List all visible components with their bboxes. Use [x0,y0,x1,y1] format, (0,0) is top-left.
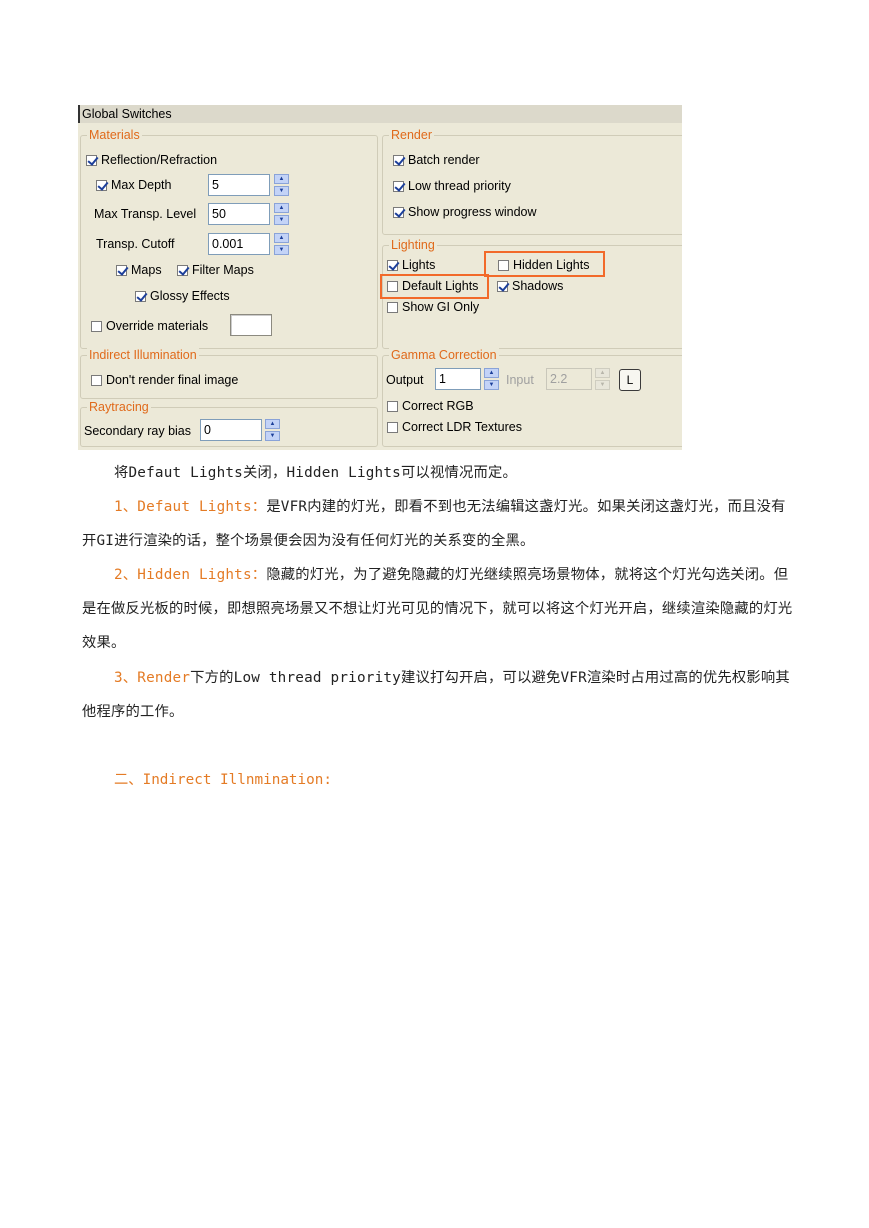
transp-cutoff-label: Transp. Cutoff [96,237,175,251]
checkbox-unchecked-icon [387,421,398,433]
gamma-output-label: Output [386,373,424,387]
gamma-output-spinner[interactable]: ▲ ▼ [484,368,499,390]
checkbox-unchecked-icon [387,400,398,412]
spin-down-icon: ▼ [274,186,289,196]
transp-cutoff-field[interactable]: 0.001 [208,233,270,255]
show-progress-checkbox[interactable]: Show progress window [393,203,537,221]
batch-render-checkbox[interactable]: Batch render [393,151,480,169]
checkbox-unchecked-icon [387,301,398,313]
shadows-checkbox[interactable]: Shadows [497,277,563,295]
spin-down-icon: ▼ [595,380,610,390]
render-legend: Render [389,128,434,142]
checkbox-checked-icon [177,264,188,276]
spin-up-icon: ▲ [274,233,289,243]
spin-down-icon: ▼ [274,245,289,255]
checkbox-checked-icon [96,179,107,191]
checkbox-unchecked-icon [91,374,102,386]
max-depth-checkbox[interactable]: Max Depth [96,176,171,194]
checkbox-unchecked-icon [91,320,102,332]
hidden-lights-highlight [484,251,605,277]
checkbox-checked-icon [393,180,404,192]
ray-bias-label: Secondary ray bias [84,424,192,438]
spin-up-icon: ▲ [595,368,610,378]
ray-bias-field[interactable]: 0 [200,419,262,441]
max-depth-spinner[interactable]: ▲ ▼ [274,174,289,196]
paragraph-render: 3、Render下方的Low thread priority建议打勾开启，可以避… [82,670,790,720]
term-default-lights: 1、Defaut Lights： [114,499,267,515]
gamma-input-label: Input [506,373,534,387]
lighting-legend: Lighting [389,238,437,252]
materials-legend: Materials [87,128,142,142]
gamma-input-field: 2.2 [546,368,592,390]
transp-cutoff-spinner[interactable]: ▲ ▼ [274,233,289,255]
override-checkbox[interactable]: Override materials [91,317,208,335]
indirect-legend: Indirect Illumination [87,348,199,362]
raytracing-legend: Raytracing [87,400,151,414]
paragraph-hidden-lights: 2、Hidden Lights：隐藏的灯光，为了避免隐藏的灯光继续照亮场景物体，… [82,567,793,651]
spin-up-icon: ▲ [484,368,499,378]
spin-down-icon: ▼ [274,215,289,225]
term-render: 3、Render [114,670,191,686]
section-heading-indirect: 二、Indirect Illnmination: [114,772,332,788]
spin-down-icon: ▼ [484,380,499,390]
global-switches-panel: Global Switches Materials Reflection/Ref… [78,105,682,450]
max-transp-field[interactable]: 50 [208,203,270,225]
default-lights-highlight [380,274,489,299]
checkbox-checked-icon [497,280,508,292]
checkbox-checked-icon [393,154,404,166]
lights-checkbox[interactable]: Lights [387,256,435,274]
ray-bias-spinner[interactable]: ▲ ▼ [265,419,280,441]
filter-maps-checkbox[interactable]: Filter Maps [177,261,254,279]
gamma-lock-button[interactable]: L [619,369,641,391]
glossy-checkbox[interactable]: Glossy Effects [135,287,230,305]
term-hidden-lights: 2、Hidden Lights： [114,567,267,583]
spin-up-icon: ▲ [274,203,289,213]
correct-ldr-checkbox[interactable]: Correct LDR Textures [387,418,522,436]
spin-up-icon: ▲ [265,419,280,429]
low-thread-checkbox[interactable]: Low thread priority [393,177,511,195]
max-transp-spinner[interactable]: ▲ ▼ [274,203,289,225]
checkbox-checked-icon [135,290,146,302]
panel-title: Global Switches [78,105,682,123]
dont-render-checkbox[interactable]: Don't render final image [91,371,238,389]
correct-rgb-checkbox[interactable]: Correct RGB [387,397,474,415]
gamma-legend: Gamma Correction [389,348,499,362]
paragraph-intro: 将Defaut Lights关闭，Hidden Lights可以视情况而定。 [114,465,517,481]
spin-down-icon: ▼ [265,431,280,441]
checkbox-checked-icon [393,206,404,218]
checkbox-checked-icon [116,264,127,276]
max-depth-field[interactable]: 5 [208,174,270,196]
paragraph-default-lights: 1、Defaut Lights：是VFR内建的灯光，即看不到也无法编辑这盏灯光。… [82,499,786,549]
gamma-output-field[interactable]: 1 [435,368,481,390]
reflection-checkbox[interactable]: Reflection/Refraction [86,151,217,169]
show-gi-checkbox[interactable]: Show GI Only [387,298,479,316]
max-transp-label: Max Transp. Level [94,207,197,221]
spin-up-icon: ▲ [274,174,289,184]
override-material-swatch[interactable] [230,314,272,336]
gamma-input-spinner: ▲ ▼ [595,368,610,390]
checkbox-checked-icon [86,154,97,166]
maps-checkbox[interactable]: Maps [116,261,162,279]
checkbox-checked-icon [387,259,398,271]
